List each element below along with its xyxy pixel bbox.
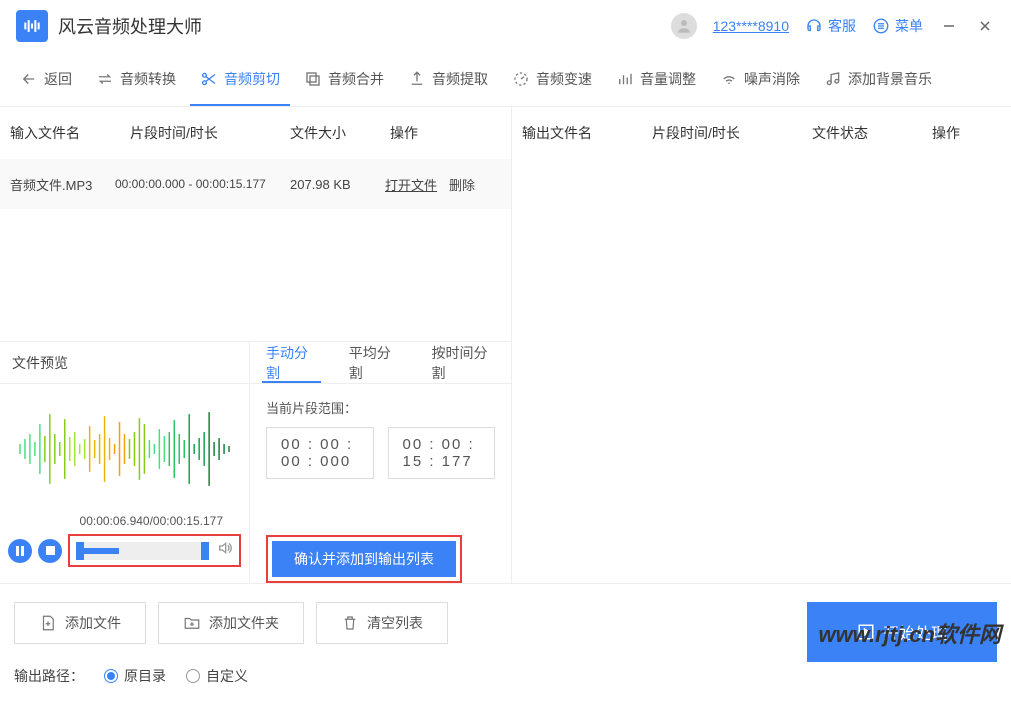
arrow-left-icon — [20, 70, 38, 88]
customer-service-link[interactable]: 客服 — [805, 16, 856, 36]
start-process-button[interactable]: 开始处理 — [807, 602, 997, 662]
range-highlight-box — [68, 534, 241, 567]
layers-icon — [304, 70, 322, 88]
add-file-button[interactable]: 添加文件 — [14, 602, 146, 644]
trash-icon — [341, 614, 359, 632]
volume-icon[interactable] — [217, 540, 233, 561]
wifi-icon — [720, 70, 738, 88]
back-button[interactable]: 返回 — [10, 61, 82, 97]
range-label: 当前片段范围： — [250, 384, 511, 427]
swap-icon — [96, 70, 114, 88]
play-icon — [857, 623, 875, 641]
average-split-tab[interactable]: 平均分割 — [333, 342, 416, 383]
end-time-input[interactable]: 00 : 00 : 15 : 177 — [388, 427, 496, 479]
manual-split-tab[interactable]: 手动分割 — [250, 342, 333, 383]
delete-file-link[interactable]: 删除 — [449, 175, 475, 194]
audio-cut-tab[interactable]: 音频剪切 — [190, 61, 290, 97]
custom-dir-radio[interactable]: 自定义 — [186, 666, 248, 686]
split-mode-tabs: 手动分割 平均分割 按时间分割 — [250, 342, 511, 384]
volume-adjust-tab[interactable]: 音量调整 — [606, 61, 706, 97]
main-toolbar: 返回 音频转换 音频剪切 音频合并 音频提取 音频变速 音量调整 噪声消除 添加… — [0, 52, 1011, 107]
open-file-link[interactable]: 打开文件 — [385, 175, 437, 194]
equalizer-icon — [616, 70, 634, 88]
input-file-row[interactable]: 音频文件.MP3 00:00:00.000 - 00:00:15.177 207… — [0, 159, 511, 209]
titlebar: 风云音频处理大师 123****8910 客服 菜单 — [0, 0, 1011, 52]
audio-convert-tab[interactable]: 音频转换 — [86, 61, 186, 97]
confirm-add-button[interactable]: 确认并添加到输出列表 — [272, 541, 456, 577]
audio-extract-tab[interactable]: 音频提取 — [398, 61, 498, 97]
user-avatar[interactable] — [671, 13, 697, 39]
music-icon — [824, 70, 842, 88]
waveform-display — [0, 384, 249, 514]
bottom-bar: 添加文件 添加文件夹 清空列表 开始处理 输出路径： 原目录 自定义 — [0, 583, 1011, 711]
audio-speed-tab[interactable]: 音频变速 — [502, 61, 602, 97]
file-plus-icon — [39, 614, 57, 632]
menu-link[interactable]: 菜单 — [872, 16, 923, 36]
output-path-label: 输出路径： — [14, 666, 84, 686]
original-dir-radio[interactable]: 原目录 — [104, 666, 166, 686]
audio-merge-tab[interactable]: 音频合并 — [294, 61, 394, 97]
pause-button[interactable] — [8, 539, 32, 563]
add-folder-button[interactable]: 添加文件夹 — [158, 602, 304, 644]
upload-icon — [408, 70, 426, 88]
stop-button[interactable] — [38, 539, 62, 563]
start-time-input[interactable]: 00 : 00 : 00 : 000 — [266, 427, 374, 479]
time-split-tab[interactable]: 按时间分割 — [416, 342, 511, 383]
output-table-header: 输出文件名 片段时间/时长 文件状态 操作 — [512, 107, 1011, 159]
clear-list-button[interactable]: 清空列表 — [316, 602, 448, 644]
range-handle-right[interactable] — [201, 542, 209, 560]
close-button[interactable] — [975, 16, 995, 36]
menu-icon — [872, 17, 890, 35]
gauge-icon — [512, 70, 530, 88]
folder-plus-icon — [183, 614, 201, 632]
app-title: 风云音频处理大师 — [58, 13, 202, 39]
app-logo — [16, 10, 48, 42]
playback-time: 00:00:06.940/00:00:15.177 — [80, 514, 223, 528]
range-slider[interactable] — [76, 542, 209, 560]
add-bgm-tab[interactable]: 添加背景音乐 — [814, 61, 942, 97]
input-table-header: 输入文件名 片段时间/时长 文件大小 操作 — [0, 107, 511, 159]
scissors-icon — [200, 70, 218, 88]
headset-icon — [805, 17, 823, 35]
minimize-button[interactable] — [939, 16, 959, 36]
range-handle-left[interactable] — [76, 542, 84, 560]
username-link[interactable]: 123****8910 — [713, 18, 789, 34]
confirm-highlight-box: 确认并添加到输出列表 — [266, 535, 462, 583]
preview-title: 文件预览 — [0, 342, 249, 384]
denoise-tab[interactable]: 噪声消除 — [710, 61, 810, 97]
